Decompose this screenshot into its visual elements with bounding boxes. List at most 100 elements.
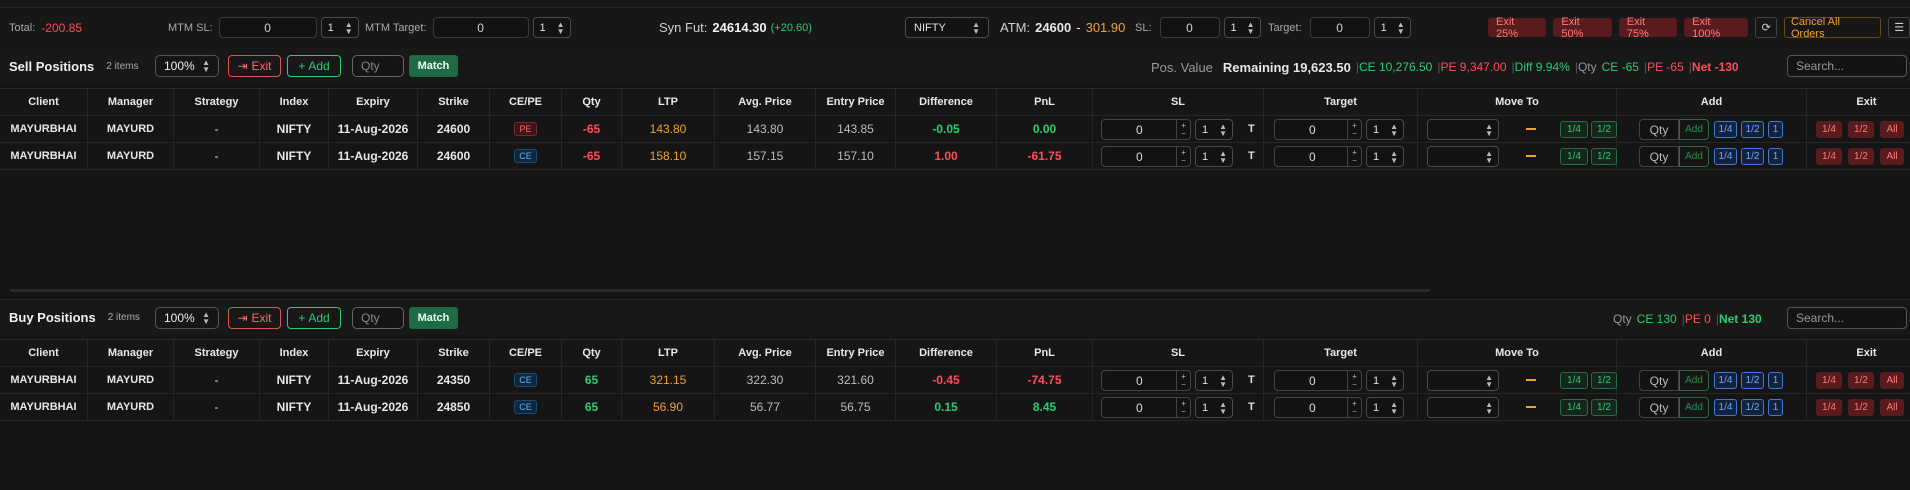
- add-submit-button[interactable]: Add: [1679, 370, 1709, 391]
- add-one-button[interactable]: 1: [1768, 399, 1783, 416]
- add-submit-button[interactable]: Add: [1679, 397, 1709, 418]
- column-header[interactable]: Avg. Price: [715, 340, 816, 366]
- exit-100-button[interactable]: Exit 100%: [1684, 16, 1749, 40]
- sl-trail-toggle[interactable]: T: [1248, 401, 1255, 413]
- move-to-select[interactable]: ▲ ▼: [1427, 119, 1499, 140]
- add-qty-input[interactable]: Qty: [1639, 397, 1679, 418]
- plus-minus-icon[interactable]: + −: [1176, 147, 1190, 166]
- buy-qty-input[interactable]: Qty: [352, 307, 404, 329]
- target-step[interactable]: 1 ▲ ▼: [1373, 17, 1411, 38]
- target-input[interactable]: 0 + −: [1274, 146, 1362, 167]
- exit-all-button[interactable]: All: [1880, 148, 1904, 165]
- column-header[interactable]: PnL: [997, 89, 1093, 115]
- column-header[interactable]: LTP: [622, 340, 715, 366]
- move-to-select[interactable]: ▲ ▼: [1427, 397, 1499, 418]
- target-step[interactable]: 1 ▲ ▼: [1366, 397, 1404, 418]
- buy-search-input[interactable]: Search...: [1787, 307, 1907, 329]
- column-header[interactable]: CE/PE: [490, 89, 562, 115]
- refresh-icon[interactable]: ⟳: [1755, 17, 1777, 38]
- sell-exit-button[interactable]: ⇥ Exit: [228, 55, 281, 77]
- column-header[interactable]: Add: [1617, 340, 1807, 366]
- mtm-sl-step[interactable]: 1 ▲ ▼: [320, 17, 359, 38]
- sl-input[interactable]: 0 + −: [1101, 397, 1191, 418]
- exit-quarter-button[interactable]: 1/4: [1816, 121, 1842, 138]
- column-header[interactable]: Qty: [562, 89, 622, 115]
- target-input[interactable]: 0 + −: [1274, 119, 1362, 140]
- move-half-button[interactable]: 1/2: [1591, 148, 1617, 165]
- add-qty-input[interactable]: Qty: [1639, 146, 1679, 167]
- column-header[interactable]: Expiry: [329, 340, 418, 366]
- plus-minus-icon[interactable]: + −: [1176, 120, 1190, 139]
- column-header[interactable]: Entry Price: [816, 340, 896, 366]
- add-half-button[interactable]: 1/2: [1741, 148, 1764, 165]
- buy-add-button[interactable]: + Add: [287, 307, 341, 329]
- target-input[interactable]: 0 + −: [1274, 370, 1362, 391]
- move-quarter-button[interactable]: 1/4: [1560, 121, 1588, 138]
- target-step[interactable]: 1 ▲ ▼: [1366, 119, 1404, 140]
- column-header[interactable]: Strike: [418, 89, 490, 115]
- symbol-select[interactable]: NIFTY ▲ ▼: [905, 17, 989, 38]
- column-header[interactable]: Target: [1264, 340, 1418, 366]
- column-header[interactable]: Target: [1264, 89, 1418, 115]
- target-step[interactable]: 1 ▲ ▼: [1366, 370, 1404, 391]
- exit-75-button[interactable]: Exit 75%: [1618, 16, 1678, 40]
- column-header[interactable]: Client: [0, 340, 88, 366]
- column-header[interactable]: SL: [1093, 89, 1264, 115]
- column-header[interactable]: Avg. Price: [715, 89, 816, 115]
- column-header[interactable]: Qty: [562, 340, 622, 366]
- add-one-button[interactable]: 1: [1768, 372, 1783, 389]
- column-header[interactable]: Move To: [1418, 340, 1617, 366]
- target-input[interactable]: 0: [1309, 17, 1370, 38]
- add-submit-button[interactable]: Add: [1679, 119, 1709, 140]
- column-header[interactable]: Difference: [896, 340, 997, 366]
- sl-step[interactable]: 1 ▲ ▼: [1195, 146, 1233, 167]
- sl-step[interactable]: 1 ▲ ▼: [1195, 119, 1233, 140]
- column-header[interactable]: Add: [1617, 89, 1807, 115]
- add-quarter-button[interactable]: 1/4: [1714, 148, 1737, 165]
- sl-input[interactable]: 0 + −: [1101, 370, 1191, 391]
- move-half-button[interactable]: 1/2: [1591, 399, 1617, 416]
- move-quarter-button[interactable]: 1/4: [1560, 399, 1588, 416]
- sl-trail-toggle[interactable]: T: [1248, 374, 1255, 386]
- column-header[interactable]: Strike: [418, 340, 490, 366]
- move-to-select[interactable]: ▲ ▼: [1427, 370, 1499, 391]
- sell-match-button[interactable]: Match: [409, 55, 458, 77]
- plus-minus-icon[interactable]: + −: [1347, 120, 1361, 139]
- column-header[interactable]: Manager: [88, 340, 174, 366]
- plus-minus-icon[interactable]: + −: [1347, 371, 1361, 390]
- exit-half-button[interactable]: 1/2: [1848, 372, 1874, 389]
- column-header[interactable]: PnL: [997, 340, 1093, 366]
- column-header[interactable]: Difference: [896, 89, 997, 115]
- exit-quarter-button[interactable]: 1/4: [1816, 372, 1842, 389]
- column-header[interactable]: Manager: [88, 89, 174, 115]
- mtm-sl-input[interactable]: 0: [218, 17, 317, 38]
- sl-input[interactable]: 0: [1159, 17, 1220, 38]
- sell-add-button[interactable]: + Add: [287, 55, 341, 77]
- move-half-button[interactable]: 1/2: [1591, 121, 1617, 138]
- exit-quarter-button[interactable]: 1/4: [1816, 399, 1842, 416]
- exit-half-button[interactable]: 1/2: [1848, 148, 1874, 165]
- column-header[interactable]: Exit: [1807, 89, 1910, 115]
- add-half-button[interactable]: 1/2: [1741, 399, 1764, 416]
- sl-input[interactable]: 0 + −: [1101, 119, 1191, 140]
- sl-step[interactable]: 1 ▲ ▼: [1223, 17, 1261, 38]
- plus-minus-icon[interactable]: + −: [1347, 398, 1361, 417]
- buy-zoom-select[interactable]: 100% ▲ ▼: [155, 307, 219, 329]
- sl-step[interactable]: 1 ▲ ▼: [1195, 370, 1233, 391]
- exit-25-button[interactable]: Exit 25%: [1488, 16, 1547, 40]
- column-header[interactable]: Move To: [1418, 89, 1617, 115]
- column-header[interactable]: Expiry: [329, 89, 418, 115]
- add-qty-input[interactable]: Qty: [1639, 119, 1679, 140]
- buy-match-button[interactable]: Match: [409, 307, 458, 329]
- add-quarter-button[interactable]: 1/4: [1714, 399, 1737, 416]
- column-header[interactable]: SL: [1093, 340, 1264, 366]
- add-half-button[interactable]: 1/2: [1741, 372, 1764, 389]
- exit-all-button[interactable]: All: [1880, 372, 1904, 389]
- move-half-button[interactable]: 1/2: [1591, 372, 1617, 389]
- column-header[interactable]: Strategy: [174, 89, 260, 115]
- add-half-button[interactable]: 1/2: [1741, 121, 1764, 138]
- sell-search-input[interactable]: Search...: [1787, 55, 1907, 77]
- move-to-select[interactable]: ▲ ▼: [1427, 146, 1499, 167]
- plus-minus-icon[interactable]: + −: [1176, 398, 1190, 417]
- sl-step[interactable]: 1 ▲ ▼: [1195, 397, 1233, 418]
